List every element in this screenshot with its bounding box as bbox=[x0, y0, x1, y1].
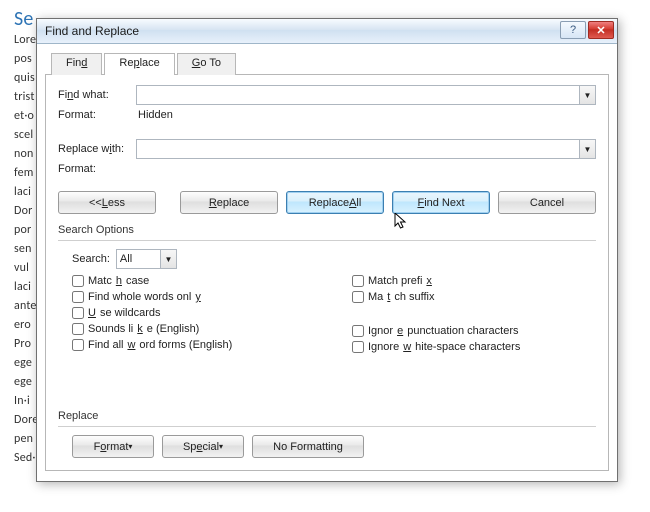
find-replace-dialog: Find and Replace ? ✕ Find Replace Go To … bbox=[36, 18, 618, 482]
replace-with-dropdown-icon[interactable]: ▼ bbox=[579, 140, 595, 158]
replace-with-label: Replace with: bbox=[58, 143, 136, 155]
divider bbox=[58, 426, 596, 427]
cancel-label: Cancel bbox=[530, 197, 564, 209]
chevron-down-icon: ▾ bbox=[219, 442, 223, 451]
check-match-case[interactable]: Match case bbox=[72, 275, 352, 287]
check-wildcards[interactable]: Use wildcards bbox=[72, 307, 352, 319]
check-match-prefix[interactable]: Match prefix bbox=[352, 275, 552, 287]
find-what-input[interactable]: ▼ bbox=[136, 85, 596, 105]
no-formatting-button[interactable]: No Formatting bbox=[252, 435, 364, 458]
divider bbox=[58, 240, 596, 241]
tab-replace[interactable]: Replace bbox=[104, 53, 174, 75]
check-ignore-punct[interactable]: Ignore punctuation characters bbox=[352, 325, 552, 337]
format-button[interactable]: Format ▾ bbox=[72, 435, 154, 458]
search-options-label: Search Options bbox=[58, 224, 596, 236]
find-format-label: Format: bbox=[58, 109, 136, 121]
cancel-button[interactable]: Cancel bbox=[498, 191, 596, 214]
dialog-title: Find and Replace bbox=[45, 24, 139, 38]
check-match-prefix-box[interactable] bbox=[352, 275, 364, 287]
special-button[interactable]: Special ▾ bbox=[162, 435, 244, 458]
check-word-forms[interactable]: Find all word forms (English) bbox=[72, 339, 352, 351]
check-word-forms-box[interactable] bbox=[72, 339, 84, 351]
replace-with-input[interactable]: ▼ bbox=[136, 139, 596, 159]
search-direction-select[interactable]: All ▼ bbox=[116, 249, 177, 269]
tab-body: Find what: ▼ Format: Hidden Replace with… bbox=[45, 75, 609, 471]
check-whole-words-box[interactable] bbox=[72, 291, 84, 303]
check-match-suffix-box[interactable] bbox=[352, 291, 364, 303]
help-icon: ? bbox=[570, 24, 576, 36]
check-ignore-whitespace-box[interactable] bbox=[352, 341, 364, 353]
check-whole-words[interactable]: Find whole words only bbox=[72, 291, 352, 303]
search-direction-dropdown-icon[interactable]: ▼ bbox=[160, 250, 176, 268]
check-ignore-whitespace[interactable]: Ignore white-space characters bbox=[352, 341, 552, 353]
search-direction-value: All bbox=[120, 253, 132, 265]
find-what-dropdown-icon[interactable]: ▼ bbox=[579, 86, 595, 104]
chevron-down-icon: ▾ bbox=[128, 442, 132, 451]
tabstrip: Find Replace Go To bbox=[45, 52, 609, 75]
replace-button[interactable]: Replace bbox=[180, 191, 278, 214]
check-match-case-box[interactable] bbox=[72, 275, 84, 287]
close-icon: ✕ bbox=[596, 24, 605, 37]
replace-all-button[interactable]: Replace All bbox=[286, 191, 384, 214]
less-button[interactable]: << Less bbox=[58, 191, 156, 214]
tab-goto[interactable]: Go To bbox=[177, 53, 236, 75]
check-match-suffix[interactable]: Match suffix bbox=[352, 291, 552, 303]
find-format-value: Hidden bbox=[136, 109, 173, 121]
tab-find[interactable]: Find bbox=[51, 53, 102, 75]
search-direction-label: Search: bbox=[72, 253, 110, 265]
check-sounds-like-box[interactable] bbox=[72, 323, 84, 335]
help-button[interactable]: ? bbox=[560, 21, 586, 39]
close-button[interactable]: ✕ bbox=[588, 21, 614, 39]
replace-group-label: Replace bbox=[58, 410, 596, 422]
check-wildcards-box[interactable] bbox=[72, 307, 84, 319]
find-next-button[interactable]: Find Next bbox=[392, 191, 490, 214]
check-ignore-punct-box[interactable] bbox=[352, 325, 364, 337]
titlebar[interactable]: Find and Replace ? ✕ bbox=[37, 19, 617, 44]
find-what-label: Find what: bbox=[58, 89, 136, 101]
replace-format-label: Format: bbox=[58, 163, 136, 175]
check-sounds-like[interactable]: Sounds like (English) bbox=[72, 323, 352, 335]
